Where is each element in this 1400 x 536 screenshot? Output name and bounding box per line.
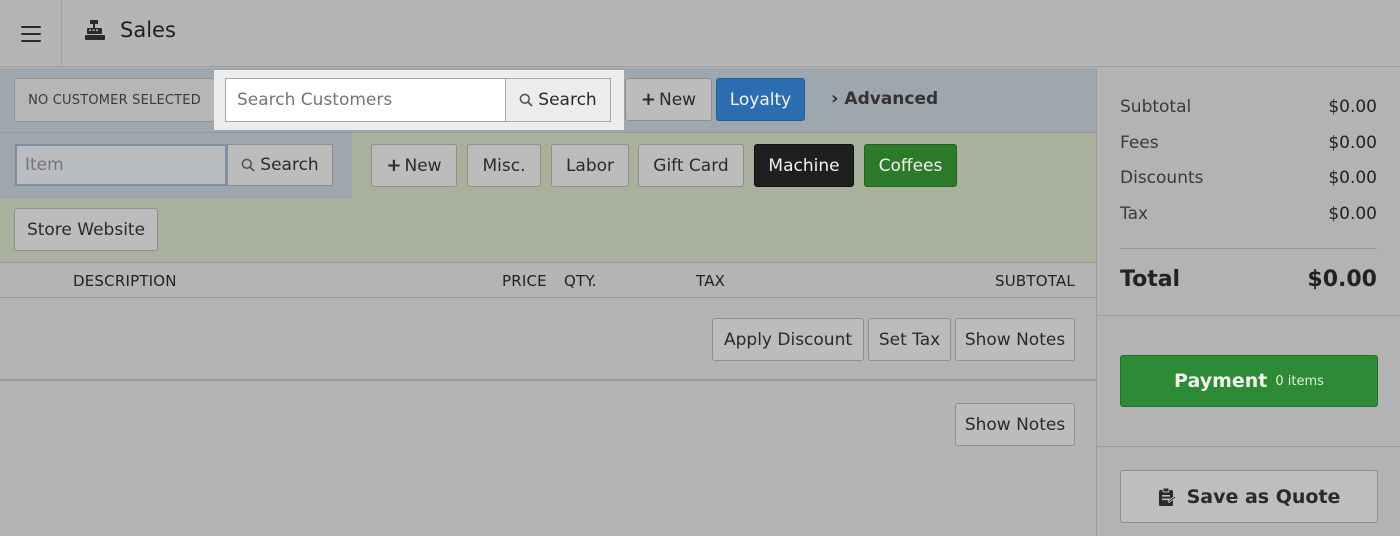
show-sale-notes-button[interactable]: Show Notes bbox=[955, 403, 1075, 446]
loyalty-button[interactable]: Loyalty bbox=[716, 78, 805, 121]
advanced-toggle[interactable]: › Advanced bbox=[831, 88, 938, 109]
misc-button[interactable]: Misc. bbox=[467, 144, 541, 187]
page-header: Sales bbox=[84, 18, 176, 42]
top-bar: Sales bbox=[0, 0, 1400, 67]
discounts-value: $0.00 bbox=[1328, 168, 1377, 188]
payment-item-count: 0 items bbox=[1275, 373, 1324, 389]
customer-bar: NO CUSTOMER SELECTED Search + New Loyalt… bbox=[0, 68, 1096, 133]
tax-label: Tax bbox=[1120, 204, 1149, 224]
hamburger-icon bbox=[20, 25, 41, 42]
customer-search-box: Search bbox=[214, 70, 624, 130]
cash-register-icon bbox=[85, 20, 105, 40]
total-value: $0.00 bbox=[1307, 267, 1377, 292]
set-tax-button[interactable]: Set Tax bbox=[868, 318, 951, 361]
customer-search-label: Search bbox=[538, 90, 597, 110]
gift-card-button[interactable]: Gift Card bbox=[638, 144, 744, 187]
total-row: Total $0.00 bbox=[1120, 267, 1377, 292]
fees-row: Fees $0.00 bbox=[1120, 133, 1377, 153]
no-customer-selected[interactable]: NO CUSTOMER SELECTED bbox=[14, 78, 215, 122]
sale-notes-section: Show Notes bbox=[0, 382, 1096, 536]
item-search-label: Search bbox=[260, 155, 319, 175]
new-item-button[interactable]: + New bbox=[371, 144, 457, 187]
save-as-quote-button[interactable]: Save as Quote bbox=[1120, 470, 1378, 523]
item-search-input[interactable] bbox=[15, 144, 227, 186]
column-price: PRICE bbox=[502, 272, 547, 290]
discounts-row: Discounts $0.00 bbox=[1120, 168, 1377, 188]
customer-search-button[interactable]: Search bbox=[505, 78, 611, 122]
chevron-right-icon: › bbox=[831, 88, 839, 109]
column-tax: TAX bbox=[696, 272, 726, 290]
sidebar-divider bbox=[1097, 446, 1400, 447]
fees-value: $0.00 bbox=[1328, 133, 1377, 153]
customer-search-input[interactable] bbox=[225, 78, 506, 122]
new-item-label: New bbox=[404, 155, 442, 176]
column-qty: QTY. bbox=[564, 272, 597, 290]
line-items-header: DESCRIPTION PRICE QTY. TAX SUBTOTAL bbox=[0, 262, 1096, 298]
clipboard-icon bbox=[1158, 487, 1176, 506]
sale-summary-panel: Subtotal $0.00 Fees $0.00 Discounts $0.0… bbox=[1096, 68, 1400, 536]
coffees-button[interactable]: Coffees bbox=[864, 144, 957, 187]
tax-row: Tax $0.00 bbox=[1120, 204, 1377, 224]
search-icon bbox=[519, 93, 533, 107]
line-items-actions: Apply Discount Set Tax Show Notes bbox=[0, 298, 1096, 381]
payment-label: Payment bbox=[1174, 370, 1268, 392]
sidebar-divider bbox=[1097, 315, 1400, 316]
store-website-button[interactable]: Store Website bbox=[14, 208, 158, 251]
plus-icon: + bbox=[386, 155, 402, 176]
subtotal-value: $0.00 bbox=[1328, 97, 1377, 117]
item-entry-area: Search + New Misc. Labor Gift Card Machi… bbox=[0, 133, 1096, 262]
menu-button[interactable] bbox=[0, 0, 62, 67]
column-description: DESCRIPTION bbox=[73, 272, 177, 290]
total-label: Total bbox=[1120, 267, 1181, 292]
new-customer-label: New bbox=[659, 89, 697, 110]
new-customer-button[interactable]: + New bbox=[625, 78, 712, 121]
apply-discount-button[interactable]: Apply Discount bbox=[712, 318, 864, 361]
column-subtotal: SUBTOTAL bbox=[995, 272, 1075, 290]
labor-button[interactable]: Labor bbox=[551, 144, 629, 187]
subtotal-label: Subtotal bbox=[1120, 97, 1192, 117]
show-notes-button[interactable]: Show Notes bbox=[955, 318, 1075, 361]
discounts-label: Discounts bbox=[1120, 168, 1204, 188]
tax-value: $0.00 bbox=[1328, 204, 1377, 224]
search-icon bbox=[241, 158, 255, 172]
save-as-quote-label: Save as Quote bbox=[1186, 485, 1341, 508]
sale-main: NO CUSTOMER SELECTED Search + New Loyalt… bbox=[0, 68, 1096, 536]
subtotal-row: Subtotal $0.00 bbox=[1120, 97, 1377, 117]
payment-button[interactable]: Payment 0 items bbox=[1120, 355, 1378, 407]
item-search-box: Search bbox=[0, 133, 352, 199]
machine-button[interactable]: Machine bbox=[754, 144, 854, 187]
summary-divider bbox=[1120, 248, 1377, 249]
fees-label: Fees bbox=[1120, 133, 1159, 153]
page-title: Sales bbox=[120, 18, 176, 42]
plus-icon: + bbox=[640, 89, 656, 110]
advanced-label: Advanced bbox=[844, 88, 939, 109]
item-search-button[interactable]: Search bbox=[227, 144, 333, 186]
